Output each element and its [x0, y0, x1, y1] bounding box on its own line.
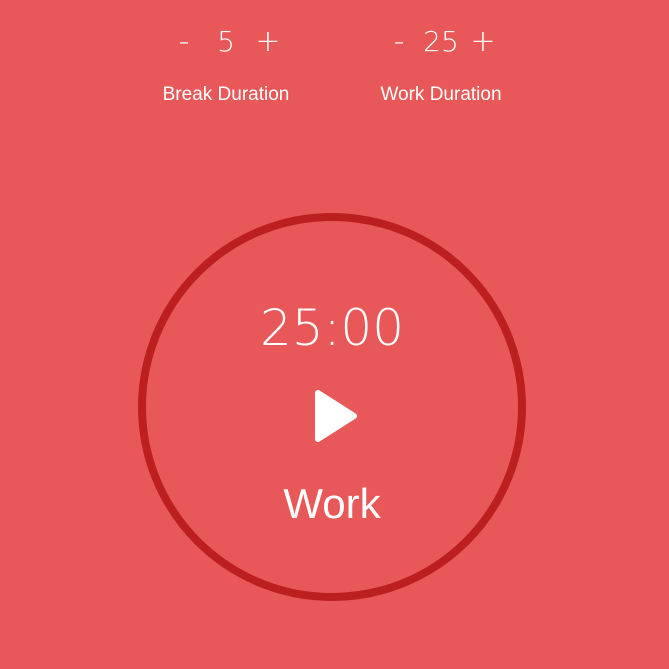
break-duration-setting: - 5 + Break Duration	[116, 20, 336, 106]
play-icon	[315, 390, 357, 442]
work-duration-value: 25	[423, 25, 459, 58]
break-duration-value: 5	[217, 25, 235, 58]
break-increment-button[interactable]: +	[252, 27, 284, 57]
timer-ring: 25:00 Work	[138, 213, 526, 601]
break-duration-label: Break Duration	[162, 84, 290, 105]
work-duration-stepper: - 25 +	[331, 20, 551, 64]
work-increment-button[interactable]: +	[467, 27, 499, 57]
work-duration-label: Work Duration	[380, 84, 502, 105]
play-button[interactable]	[312, 389, 360, 443]
timer-time: 25:00	[259, 299, 405, 357]
break-decrement-button[interactable]: -	[168, 27, 200, 57]
work-decrement-button[interactable]: -	[383, 27, 415, 57]
break-duration-stepper: - 5 +	[116, 20, 336, 64]
work-duration-setting: - 25 + Work Duration	[331, 20, 551, 106]
timer-mode-label: Work	[283, 480, 381, 527]
